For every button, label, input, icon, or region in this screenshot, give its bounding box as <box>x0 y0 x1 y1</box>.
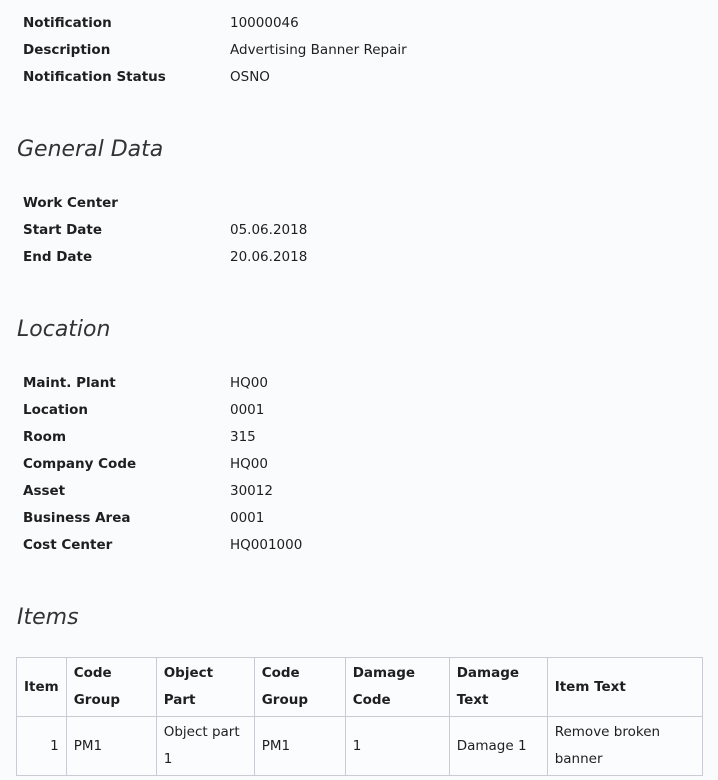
header-object-part: Object Part <box>155 657 255 717</box>
company-code-row: Company Code HQ00 <box>23 450 302 477</box>
description-row: Description Advertising Banner Repair <box>23 36 407 63</box>
items-table: Item Code Group Object Part Code Group D… <box>16 657 704 776</box>
description-label: Description <box>23 41 111 58</box>
notification-status-value: OSNO <box>230 68 270 85</box>
header-damage-code: Damage Code <box>344 657 450 717</box>
damage-text-cell: Damage 1 <box>448 716 548 776</box>
end-date-label: End Date <box>23 248 93 265</box>
work-center-value <box>230 189 307 216</box>
company-code-label: Company Code <box>23 455 137 472</box>
notification-header-table: Notification 10000046 Description Advert… <box>23 9 407 90</box>
notification-status-row: Notification Status OSNO <box>23 63 407 90</box>
location-title: Location <box>17 317 111 342</box>
company-code-value: HQ00 <box>230 455 268 472</box>
room-value: 315 <box>230 428 256 445</box>
business-area-label: Business Area <box>23 509 131 526</box>
maint-plant-row: Maint. Plant HQ00 <box>23 369 302 396</box>
header-damage-code-group: Code Group <box>253 657 346 717</box>
room-label: Room <box>23 428 67 445</box>
room-row: Room 315 <box>23 423 302 450</box>
end-date-row: End Date 20.06.2018 <box>23 243 307 270</box>
description-value: Advertising Banner Repair <box>230 41 407 58</box>
asset-row: Asset 30012 <box>23 477 302 504</box>
item-text-cell: Remove broken banner <box>546 716 704 776</box>
work-center-row: Work Center <box>23 189 307 216</box>
header-damage-text: Damage Text <box>448 657 548 717</box>
location-label: Location <box>23 401 88 418</box>
items-header-row: Item Code Group Object Part Code Group D… <box>16 657 704 717</box>
code-group-cell: PM1 <box>65 716 157 776</box>
cost-center-row: Cost Center HQ001000 <box>23 531 302 558</box>
general-data-title: General Data <box>17 137 164 162</box>
work-center-label: Work Center <box>23 194 118 211</box>
cost-center-label: Cost Center <box>23 536 113 553</box>
object-part-cell: Object part 1 <box>155 716 255 776</box>
end-date-value: 20.06.2018 <box>230 248 308 265</box>
header-item-text: Item Text <box>546 657 704 717</box>
table-row: 1 PM1 Object part 1 PM1 1 Damage 1 Remov… <box>16 716 704 776</box>
header-item: Item <box>16 657 67 717</box>
items-title: Items <box>17 605 79 630</box>
notification-label: Notification <box>23 14 112 31</box>
business-area-row: Business Area 0001 <box>23 504 302 531</box>
asset-value: 30012 <box>230 482 273 499</box>
location-row: Location 0001 <box>23 396 302 423</box>
header-code-group: Code Group <box>65 657 157 717</box>
notification-status-label: Notification Status <box>23 68 166 85</box>
damage-code-group-cell: PM1 <box>253 716 346 776</box>
damage-code-cell: 1 <box>344 716 450 776</box>
location-table: Maint. Plant HQ00 Location 0001 Room 315… <box>23 369 302 558</box>
location-value: 0001 <box>230 401 265 418</box>
business-area-value: 0001 <box>230 509 265 526</box>
general-data-table: Work Center Start Date 05.06.2018 End Da… <box>23 189 307 270</box>
start-date-label: Start Date <box>23 221 103 238</box>
start-date-value: 05.06.2018 <box>230 221 308 238</box>
start-date-row: Start Date 05.06.2018 <box>23 216 307 243</box>
maint-plant-label: Maint. Plant <box>23 374 116 391</box>
notification-value: 10000046 <box>230 14 299 31</box>
notification-row: Notification 10000046 <box>23 9 407 36</box>
asset-label: Asset <box>23 482 66 499</box>
cost-center-value: HQ001000 <box>230 536 303 553</box>
item-cell: 1 <box>16 716 67 776</box>
maint-plant-value: HQ00 <box>230 374 268 391</box>
